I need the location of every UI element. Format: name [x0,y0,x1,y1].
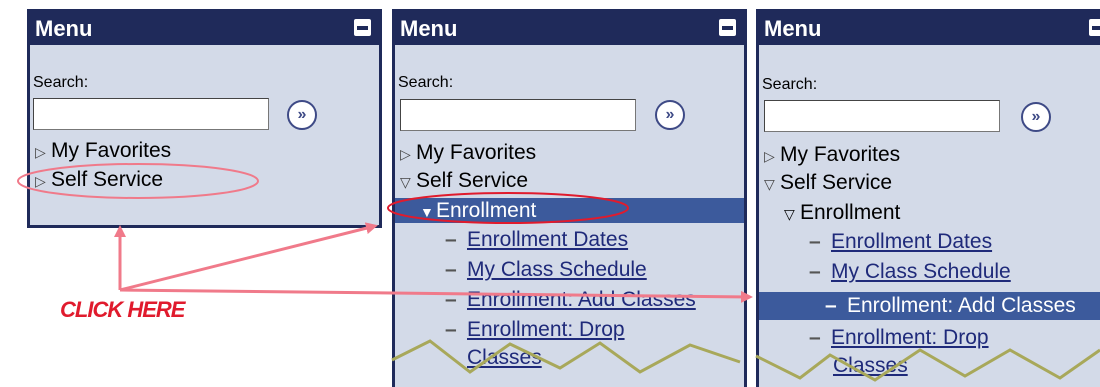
click-here-label: CLICK HERE [60,297,185,322]
annotation-arrow [119,288,753,303]
highlight-ellipse [17,163,259,199]
annotation-overlay [17,163,1100,382]
highlight-ellipse [387,192,629,224]
torn-edge-zigzag [755,348,1100,382]
annotation-arrow [119,222,378,292]
torn-edge-zigzag [391,339,741,374]
